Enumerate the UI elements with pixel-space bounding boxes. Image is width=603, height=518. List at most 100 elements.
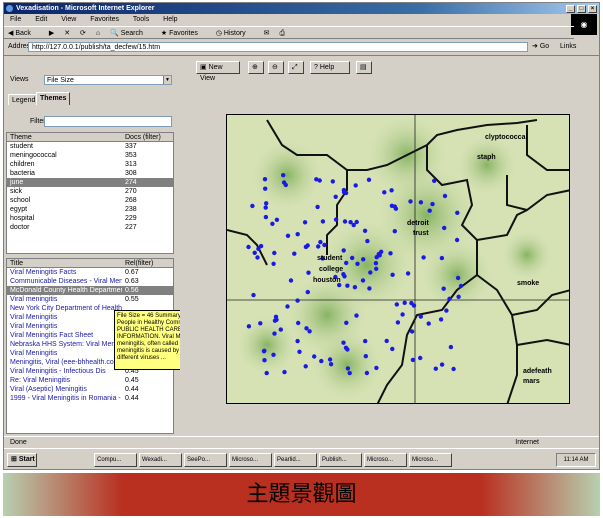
menu-view[interactable]: View <box>61 16 76 23</box>
doc-rel: 0.44 <box>125 395 139 402</box>
zoom-in-icon[interactable]: ⊕ <box>248 61 264 74</box>
document-dot <box>410 357 416 363</box>
go-button[interactable]: ➜ Go <box>532 42 549 52</box>
menu-tools[interactable]: Tools <box>133 16 149 23</box>
theme-row[interactable]: student 337 <box>7 142 173 151</box>
theme-name: meningococcal <box>10 152 57 159</box>
document-dot <box>354 313 359 318</box>
doc-title[interactable]: 1999 - Viral Meningitis in Romania - Sud… <box>10 394 122 403</box>
search-button[interactable]: 🔍 Search <box>110 30 151 37</box>
doc-title[interactable]: Viral Meningitis Fact Sheet <box>10 331 122 340</box>
theme-row[interactable]: egypt 238 <box>7 205 173 214</box>
home-button[interactable]: ⌂ <box>96 30 100 37</box>
theme-row[interactable]: bacteria 308 <box>7 169 173 178</box>
tab-themes[interactable]: Themes <box>36 92 71 105</box>
theme-name: egypt <box>10 206 28 213</box>
taskbar-item[interactable]: Wexadi... <box>139 453 182 467</box>
document-dot <box>315 204 320 210</box>
new-view-button[interactable]: ▣ New View <box>196 61 240 82</box>
menu-favorites[interactable]: Favorites <box>90 16 119 23</box>
doc-title[interactable]: New York City Department of Health <box>10 304 122 313</box>
start-button[interactable]: ⊞ Start <box>7 453 37 467</box>
fit-view-icon[interactable]: ⤢ <box>288 61 304 74</box>
menu-edit[interactable]: Edit <box>35 16 47 23</box>
theme-row[interactable]: doctor 227 <box>7 223 173 232</box>
taskbar-item[interactable]: Microso... <box>229 453 272 467</box>
taskbar-item[interactable]: SeePo... <box>184 453 227 467</box>
doc-row[interactable]: Re: Viral Meningitis 0.45 <box>7 376 173 385</box>
filter-input[interactable] <box>44 116 172 127</box>
doc-title[interactable]: Viral Meningitis <box>10 349 122 358</box>
minimize-button[interactable]: _ <box>566 5 575 13</box>
map-canvas: clyptococcal staph detroit trust student coll… <box>227 115 569 403</box>
stop-button[interactable]: ✕ <box>64 30 70 37</box>
views-select[interactable]: File Size ▼ <box>44 75 172 85</box>
doc-title[interactable]: Viral Meningitis <box>10 322 122 331</box>
rel-column-header[interactable]: Rel(filter) <box>125 259 153 268</box>
theme-row[interactable]: school 268 <box>7 196 173 205</box>
terrain-hill <box>502 230 552 280</box>
chevron-down-icon: ▼ <box>163 76 171 84</box>
doc-title[interactable]: McDonald County Health Department Fa <box>10 286 122 295</box>
document-dot <box>312 354 317 359</box>
print-icon[interactable]: ⎙ <box>279 30 285 37</box>
taskbar-item[interactable]: Publish... <box>319 453 362 467</box>
zoom-out-icon[interactable]: ⊖ <box>268 61 284 74</box>
address-input[interactable]: http://127.0.0.1/publish/ta_decfew/15.ht… <box>28 42 528 52</box>
document-dot <box>281 173 286 178</box>
doc-row[interactable]: McDonald County Health Department Fa0.56 <box>7 286 173 295</box>
doc-title[interactable]: Viral (Aseptic) Meningitis <box>10 385 122 394</box>
taskbar-item[interactable]: Compu... <box>94 453 137 467</box>
menu-help[interactable]: Help <box>163 16 177 23</box>
map-label: staph <box>477 154 496 161</box>
doc-title[interactable]: Nebraska HHS System: Viral Meningitis <box>10 340 122 349</box>
maximize-button[interactable]: □ <box>577 5 586 13</box>
history-button[interactable]: ◷ History <box>216 30 254 37</box>
title-column-header[interactable]: Title <box>10 259 23 268</box>
browser-window: Vexadisation - Microsoft Internet Explor… <box>3 2 600 470</box>
document-dot <box>271 261 276 266</box>
back-button[interactable]: ◀ Back <box>8 30 39 37</box>
taskbar-item[interactable]: Microso... <box>409 453 452 467</box>
doc-title[interactable]: Viral Meningitis <box>10 313 122 322</box>
doc-row[interactable]: Viral (Aseptic) Meningitis 0.44 <box>7 385 173 394</box>
favorites-button[interactable]: ★ Favorites <box>161 30 206 37</box>
mail-icon[interactable]: ✉ <box>264 30 270 37</box>
document-dot <box>274 217 280 222</box>
doc-title[interactable]: Viral meningitis <box>10 295 122 304</box>
menu-file[interactable]: File <box>10 16 21 23</box>
themescape-map[interactable]: clyptococcal staph detroit trust student coll… <box>226 114 570 404</box>
theme-row[interactable]: children 313 <box>7 160 173 169</box>
doc-title[interactable]: Viral Meningitis Facts <box>10 268 122 277</box>
theme-row[interactable]: meningococcal 353 <box>7 151 173 160</box>
document-dot <box>316 244 321 249</box>
document-dot <box>442 225 447 231</box>
document-dot <box>344 320 349 325</box>
doc-title[interactable]: Viral Meningitis - Infectious Dis <box>10 367 122 376</box>
links-label[interactable]: Links <box>560 42 576 52</box>
taskbar-item[interactable]: Microso... <box>364 453 407 467</box>
theme-row[interactable]: june 274 <box>7 178 173 187</box>
doc-row[interactable]: Viral meningitis 0.55 <box>7 295 173 304</box>
tab-legend[interactable]: Legend <box>8 94 40 105</box>
doc-row[interactable]: Viral Meningitis Facts 0.67 <box>7 268 173 277</box>
doc-title[interactable]: Communicable Diseases - Viral Meningitis <box>10 277 122 286</box>
theme-column-header[interactable]: Theme <box>10 133 32 142</box>
help-button[interactable]: ? Help <box>310 61 350 74</box>
document-dot <box>373 261 379 266</box>
doc-title[interactable]: Re: Viral Meningitis <box>10 376 122 385</box>
docs-column-header[interactable]: Docs (filter) <box>125 133 161 142</box>
taskbar-item[interactable]: Pearlid... <box>274 453 317 467</box>
settings-icon[interactable]: ▤ <box>356 61 372 74</box>
theme-row[interactable]: sick 270 <box>7 187 173 196</box>
doc-row[interactable]: 1999 - Viral Meningitis in Romania - Sud… <box>7 394 173 403</box>
forward-button[interactable]: ▶ <box>49 30 54 37</box>
theme-row[interactable]: hospital 229 <box>7 214 173 223</box>
close-button[interactable]: × <box>588 5 597 13</box>
document-dot <box>295 298 300 303</box>
document-dot <box>360 278 366 283</box>
doc-row[interactable]: Communicable Diseases - Viral Meningitis… <box>7 277 173 286</box>
doc-title[interactable]: Meningitis, Viral (eee-bhhealth.com <box>10 358 122 367</box>
document-dot <box>363 338 368 344</box>
refresh-button[interactable]: ⟳ <box>80 30 86 37</box>
